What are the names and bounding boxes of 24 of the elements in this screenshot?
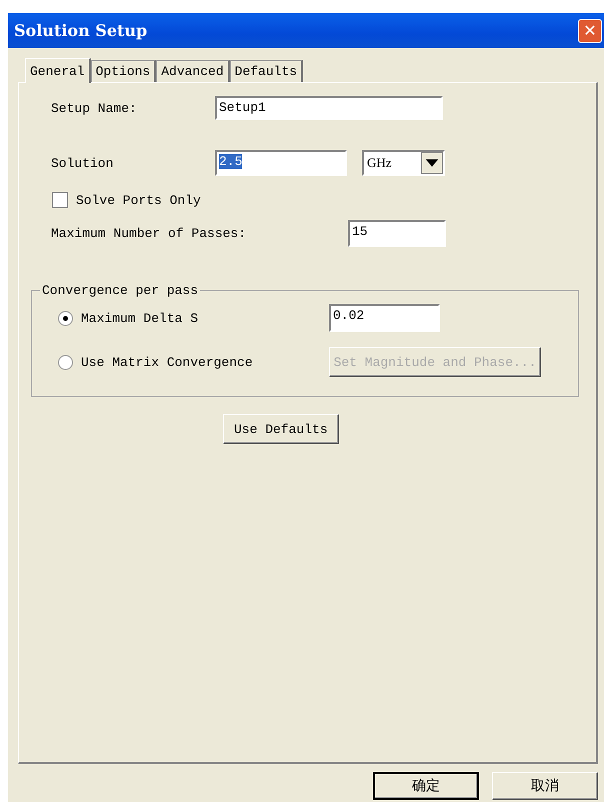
- ok-button[interactable]: 确定: [373, 772, 479, 800]
- solution-label: Solution: [51, 156, 114, 170]
- tab[interactable]: Options: [90, 60, 156, 82]
- tab[interactable]: Defaults: [230, 60, 304, 82]
- delta-s-field[interactable]: 0.02: [329, 304, 440, 332]
- radio-button[interactable]: [58, 310, 73, 326]
- group-title: Convergence per pass: [41, 283, 200, 298]
- max-passes-label: Maximum Number of Passes:: [51, 226, 248, 241]
- checkbox[interactable]: [52, 192, 68, 208]
- cancel-button[interactable]: 取消: [492, 772, 598, 800]
- tab[interactable]: Advanced: [156, 60, 230, 82]
- setup-name-label: Setup Name:: [51, 100, 138, 116]
- max-passes-field[interactable]: 15: [348, 220, 446, 247]
- use-defaults-button[interactable]: Use Defaults: [223, 414, 339, 444]
- option-label: Maximum Delta S: [81, 310, 200, 326]
- tab[interactable]: General: [25, 58, 91, 83]
- close-button[interactable]: ✕: [578, 18, 602, 42]
- solution-field[interactable]: 2.5: [215, 150, 347, 176]
- setup-name-field[interactable]: Setup1: [215, 96, 443, 120]
- window-title: Solution Setup: [14, 21, 148, 40]
- unit-dropdown[interactable]: GHz: [362, 150, 445, 176]
- solution-value: 2.5: [219, 154, 242, 169]
- option-label: Use Matrix Convergence: [81, 354, 254, 370]
- solve-ports-only-label: Solve Ports Only: [76, 192, 201, 208]
